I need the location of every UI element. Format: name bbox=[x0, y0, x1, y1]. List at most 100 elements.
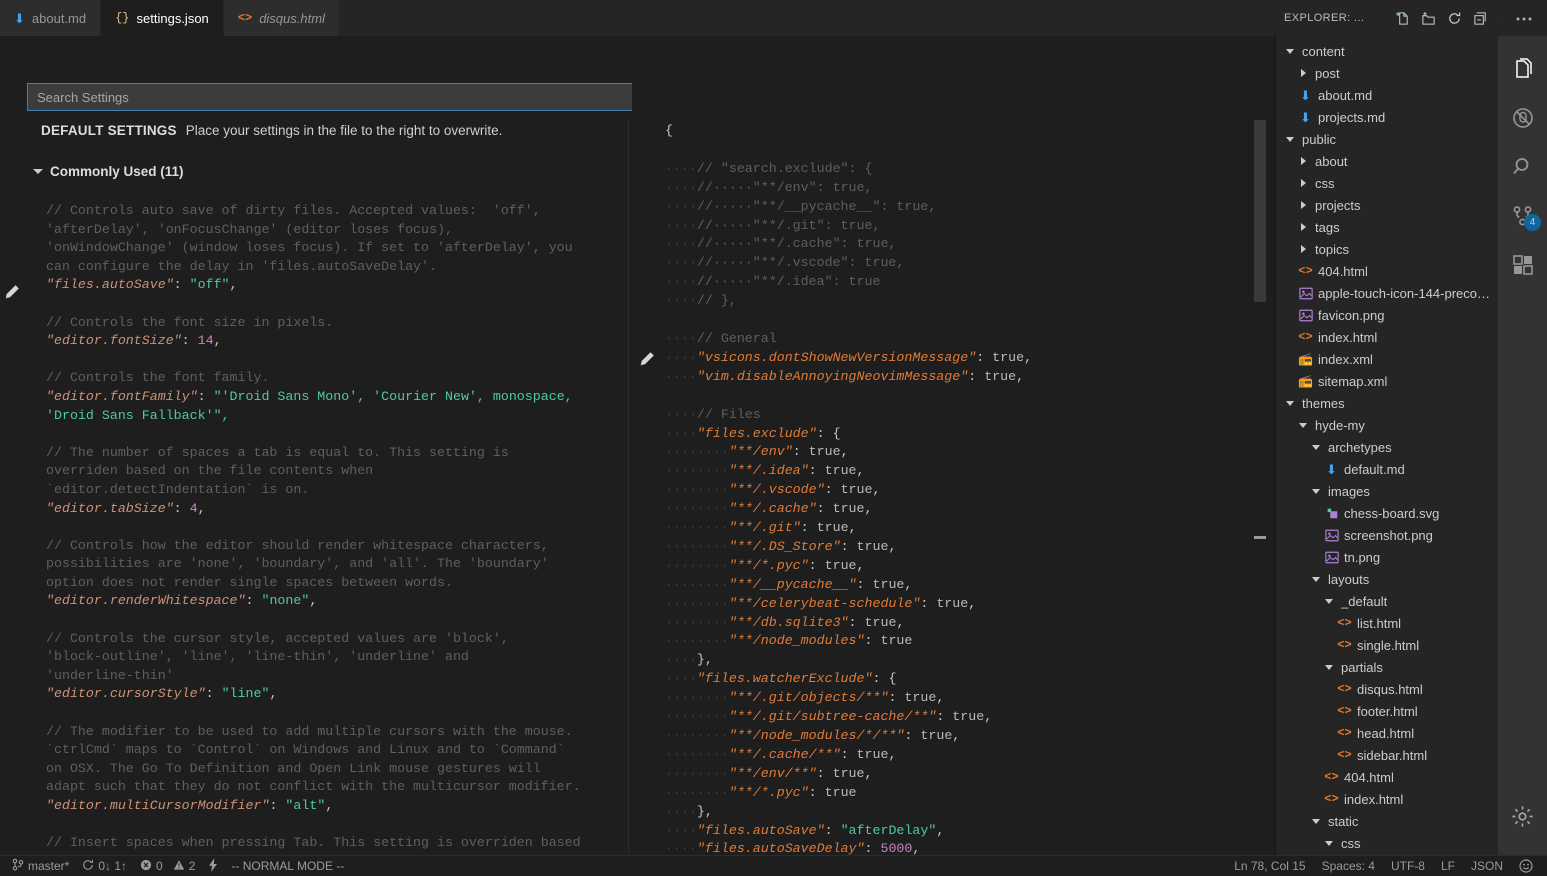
explorer-item-index-xml[interactable]: 📻 index.xml bbox=[1276, 348, 1498, 370]
chevron-down-icon[interactable] bbox=[1284, 400, 1296, 406]
status-encoding[interactable]: UTF-8 bbox=[1391, 859, 1425, 873]
explorer-item-css[interactable]: css bbox=[1276, 172, 1498, 194]
new-file-icon[interactable] bbox=[1395, 11, 1410, 26]
explorer-item-layouts[interactable]: layouts bbox=[1276, 568, 1498, 590]
section-commonly-used[interactable]: Commonly Used (11) bbox=[33, 164, 184, 179]
chevron-down-icon[interactable] bbox=[1310, 444, 1322, 450]
explorer-item-single-html[interactable]: <> single.html bbox=[1276, 634, 1498, 656]
image-icon bbox=[1323, 551, 1340, 564]
chevron-down-icon[interactable] bbox=[1297, 422, 1309, 428]
activity-explorer-icon[interactable] bbox=[1498, 44, 1547, 93]
explorer-item-tn-png[interactable]: tn.png bbox=[1276, 546, 1498, 568]
status-sync[interactable]: 0↓ 1↑ bbox=[82, 859, 127, 874]
tab-label: settings.json bbox=[136, 10, 209, 26]
chevron-right-icon[interactable] bbox=[1297, 201, 1309, 209]
chevron-down-icon[interactable] bbox=[1323, 664, 1335, 670]
code-line: "files.autoSave": "off", bbox=[46, 277, 238, 293]
code-line: ········"**/env": true, bbox=[665, 444, 849, 460]
explorer-item-hyde-my[interactable]: hyde-my bbox=[1276, 414, 1498, 436]
default-settings-title: DEFAULT SETTINGS bbox=[41, 123, 177, 138]
user-settings-json-editor[interactable]: { ····// "search.exclude": {····//·····"… bbox=[632, 36, 1276, 855]
explorer-item-themes[interactable]: themes bbox=[1276, 392, 1498, 414]
new-folder-icon[interactable] bbox=[1421, 11, 1436, 26]
explorer-item-label: public bbox=[1302, 131, 1336, 147]
explorer-item-sitemap-xml[interactable]: 📻 sitemap.xml bbox=[1276, 370, 1498, 392]
status-cursor-position[interactable]: Ln 78, Col 15 bbox=[1234, 859, 1305, 873]
editor-tab-about-md[interactable]: ⬇ about.md bbox=[0, 0, 102, 36]
chevron-down-icon[interactable] bbox=[1310, 818, 1322, 824]
explorer-item-about[interactable]: about bbox=[1276, 150, 1498, 172]
chevron-down-icon[interactable] bbox=[1323, 598, 1335, 604]
vertical-scrollbar[interactable] bbox=[1254, 120, 1266, 302]
code-line: ········"**/celerybeat-schedule": true, bbox=[665, 595, 977, 611]
editor-tab-settings-json[interactable]: {} settings.json bbox=[101, 0, 224, 36]
explorer-item-tags[interactable]: tags bbox=[1276, 216, 1498, 238]
code-line: // The modifier to be used to add multip… bbox=[46, 723, 573, 739]
status-indentation[interactable]: Spaces: 4 bbox=[1322, 859, 1375, 873]
status-lightning[interactable] bbox=[208, 857, 218, 875]
chevron-down-icon[interactable] bbox=[1284, 48, 1296, 54]
chevron-down-icon[interactable] bbox=[1284, 136, 1296, 142]
settings-editor: Total 571 Settings USER SETTINGS WORKSPA… bbox=[0, 36, 1162, 855]
explorer-item-disqus-html[interactable]: <> disqus.html bbox=[1276, 678, 1498, 700]
explorer-item-footer-html[interactable]: <> footer.html bbox=[1276, 700, 1498, 722]
source-control-badge: 4 bbox=[1524, 214, 1541, 231]
editor-tab-disqus-html[interactable]: <> disqus.html bbox=[223, 0, 340, 36]
explorer-item-images[interactable]: images bbox=[1276, 480, 1498, 502]
status-problems[interactable]: 0 2 bbox=[140, 859, 195, 874]
explorer-item-favicon-png[interactable]: favicon.png bbox=[1276, 304, 1498, 326]
status-branch[interactable]: master* bbox=[12, 858, 69, 874]
code-line: ····"vim.disableAnnoyingNeovimMessage": … bbox=[665, 368, 1025, 384]
explorer-item-projects-md[interactable]: ⬇ projects.md bbox=[1276, 106, 1498, 128]
explorer-item-list-html[interactable]: <> list.html bbox=[1276, 612, 1498, 634]
explorer-item-_default[interactable]: _default bbox=[1276, 590, 1498, 612]
refresh-icon[interactable] bbox=[1447, 11, 1462, 26]
explorer-item-projects[interactable]: projects bbox=[1276, 194, 1498, 216]
chevron-down-icon[interactable] bbox=[1310, 488, 1322, 494]
explorer-item-css[interactable]: css bbox=[1276, 832, 1498, 854]
explorer-item-archetypes[interactable]: archetypes bbox=[1276, 436, 1498, 458]
chevron-right-icon[interactable] bbox=[1297, 157, 1309, 165]
default-settings-header: DEFAULT SETTINGS Place your settings in … bbox=[41, 123, 502, 138]
activity-search-icon[interactable] bbox=[1498, 142, 1547, 191]
explorer-item-about-md[interactable]: ⬇ about.md bbox=[1276, 84, 1498, 106]
explorer-item-404-html[interactable]: <> 404.html bbox=[1276, 766, 1498, 788]
ellipsis-icon[interactable] bbox=[1515, 9, 1533, 27]
explorer-item-head-html[interactable]: <> head.html bbox=[1276, 722, 1498, 744]
activity-settings-gear-icon[interactable] bbox=[1498, 792, 1547, 841]
explorer-item-label: 404.html bbox=[1344, 769, 1394, 785]
explorer-item-content[interactable]: content bbox=[1276, 40, 1498, 62]
explorer-item-topics[interactable]: topics bbox=[1276, 238, 1498, 260]
explorer-item-partials[interactable]: partials bbox=[1276, 656, 1498, 678]
chevron-down-icon[interactable] bbox=[1323, 840, 1335, 846]
explorer-item-post[interactable]: post bbox=[1276, 62, 1498, 84]
explorer-item-public[interactable]: public bbox=[1276, 128, 1498, 150]
status-language-mode[interactable]: JSON bbox=[1471, 859, 1503, 873]
chevron-right-icon[interactable] bbox=[1297, 245, 1309, 253]
vscode-window: ⬇ about.md {} settings.json <> disqus.html bbox=[0, 0, 1547, 876]
activity-extensions-icon[interactable] bbox=[1498, 240, 1547, 289]
chevron-down-icon[interactable] bbox=[1310, 576, 1322, 582]
explorer-item-sidebar-html[interactable]: <> sidebar.html bbox=[1276, 744, 1498, 766]
collapse-all-icon[interactable] bbox=[1473, 11, 1488, 26]
chevron-right-icon[interactable] bbox=[1297, 179, 1309, 187]
explorer-item-404-html[interactable]: <> 404.html bbox=[1276, 260, 1498, 282]
explorer-item-index-html[interactable]: <> index.html bbox=[1276, 326, 1498, 348]
explorer-item-label: tags bbox=[1315, 219, 1340, 235]
activity-debug-disabled-icon[interactable] bbox=[1498, 93, 1547, 142]
explorer-tree[interactable]: content post ⬇ about.md ⬇ projects.md public ab… bbox=[1276, 36, 1498, 855]
code-line: "editor.multiCursorModifier": "alt", bbox=[46, 798, 334, 813]
explorer-item-static[interactable]: static bbox=[1276, 810, 1498, 832]
code-line: 'Droid Sans Fallback'", bbox=[46, 407, 230, 423]
chevron-right-icon[interactable] bbox=[1297, 69, 1309, 77]
activity-source-control-icon[interactable]: 4 bbox=[1498, 191, 1547, 240]
explorer-item-apple-touch-icon-144-precom---[interactable]: apple-touch-icon-144-precom... bbox=[1276, 282, 1498, 304]
explorer-item-default-md[interactable]: ⬇ default.md bbox=[1276, 458, 1498, 480]
explorer-item-index-html[interactable]: <> index.html bbox=[1276, 788, 1498, 810]
status-eol[interactable]: LF bbox=[1441, 859, 1455, 873]
chevron-right-icon[interactable] bbox=[1297, 223, 1309, 231]
smiley-icon[interactable] bbox=[1519, 859, 1533, 873]
explorer-item-screenshot-png[interactable]: screenshot.png bbox=[1276, 524, 1498, 546]
explorer-item-chess-board-svg[interactable]: chess-board.svg bbox=[1276, 502, 1498, 524]
